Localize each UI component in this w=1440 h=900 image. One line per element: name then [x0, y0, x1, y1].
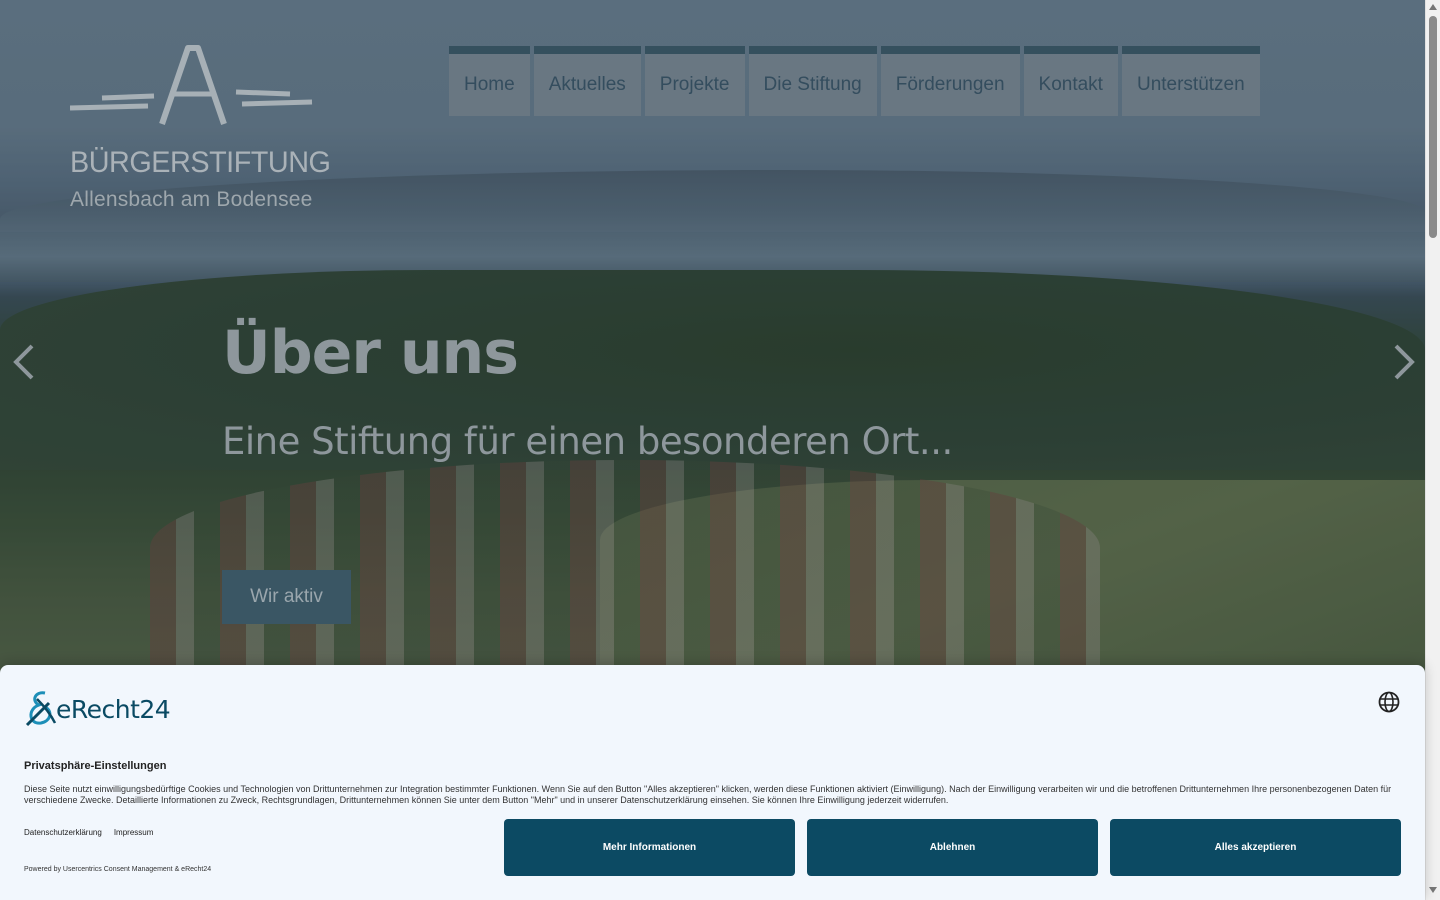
nav-item-unterstuetzen[interactable]: Unterstützen: [1121, 46, 1260, 116]
more-information-button[interactable]: Mehr Informationen: [504, 819, 795, 876]
privacy-policy-link[interactable]: Datenschutzerklärung: [24, 828, 102, 837]
erecht24-logo: eRecht24: [23, 689, 171, 729]
chevron-left-icon: [13, 344, 34, 380]
globe-icon: [1378, 691, 1400, 713]
nav-item-projekte[interactable]: Projekte: [644, 46, 745, 116]
nav-item-foerderungen[interactable]: Förderungen: [880, 46, 1020, 116]
logo-mark-icon: [69, 45, 313, 125]
site-logo[interactable]: BÜRGERSTIFTUNG Allensbach am Bodensee: [69, 42, 331, 212]
slider-next-button[interactable]: [1390, 340, 1420, 384]
deny-button[interactable]: Ablehnen: [807, 819, 1098, 876]
slider-prev-button[interactable]: [8, 340, 38, 384]
logo-name: BÜRGERSTIFTUNG: [70, 146, 331, 179]
imprint-link[interactable]: Impressum: [114, 828, 154, 837]
consent-title: Privatsphäre-Einstellungen: [24, 760, 167, 772]
scroll-thumb[interactable]: [1429, 16, 1437, 238]
wir-aktiv-button[interactable]: Wir aktiv: [222, 570, 351, 624]
nav-item-home[interactable]: Home: [449, 46, 530, 116]
nav-item-die-stiftung[interactable]: Die Stiftung: [748, 46, 877, 116]
scroll-up-arrow-icon[interactable]: [1429, 4, 1437, 10]
nav-item-kontakt[interactable]: Kontakt: [1023, 46, 1118, 116]
consent-links: Datenschutzerklärung Impressum: [24, 828, 153, 837]
powered-by-text: Powered by Usercentrics Consent Manageme…: [24, 866, 212, 873]
chevron-right-icon: [1394, 344, 1415, 380]
erecht24-logo-icon: [25, 691, 57, 727]
logo-subtitle: Allensbach am Bodensee: [70, 188, 313, 211]
main-nav: Home Aktuelles Projekte Die Stiftung För…: [449, 46, 1260, 116]
hero-title: Über uns: [222, 318, 519, 388]
consent-text: Diese Seite nutzt einwilligungsbedürftig…: [24, 784, 1392, 805]
page-scrollbar[interactable]: [1425, 0, 1440, 900]
language-button[interactable]: [1377, 690, 1401, 714]
hero-subtitle: Eine Stiftung für einen besonderen Ort..…: [222, 420, 953, 463]
scroll-down-arrow-icon[interactable]: [1429, 887, 1437, 893]
cookie-consent-banner: eRecht24 Privatsphäre-Einstellungen Dies…: [0, 665, 1425, 900]
erecht24-brand-text: eRecht24: [56, 694, 171, 724]
nav-item-aktuelles[interactable]: Aktuelles: [533, 46, 641, 116]
accept-all-button[interactable]: Alles akzeptieren: [1110, 819, 1401, 876]
